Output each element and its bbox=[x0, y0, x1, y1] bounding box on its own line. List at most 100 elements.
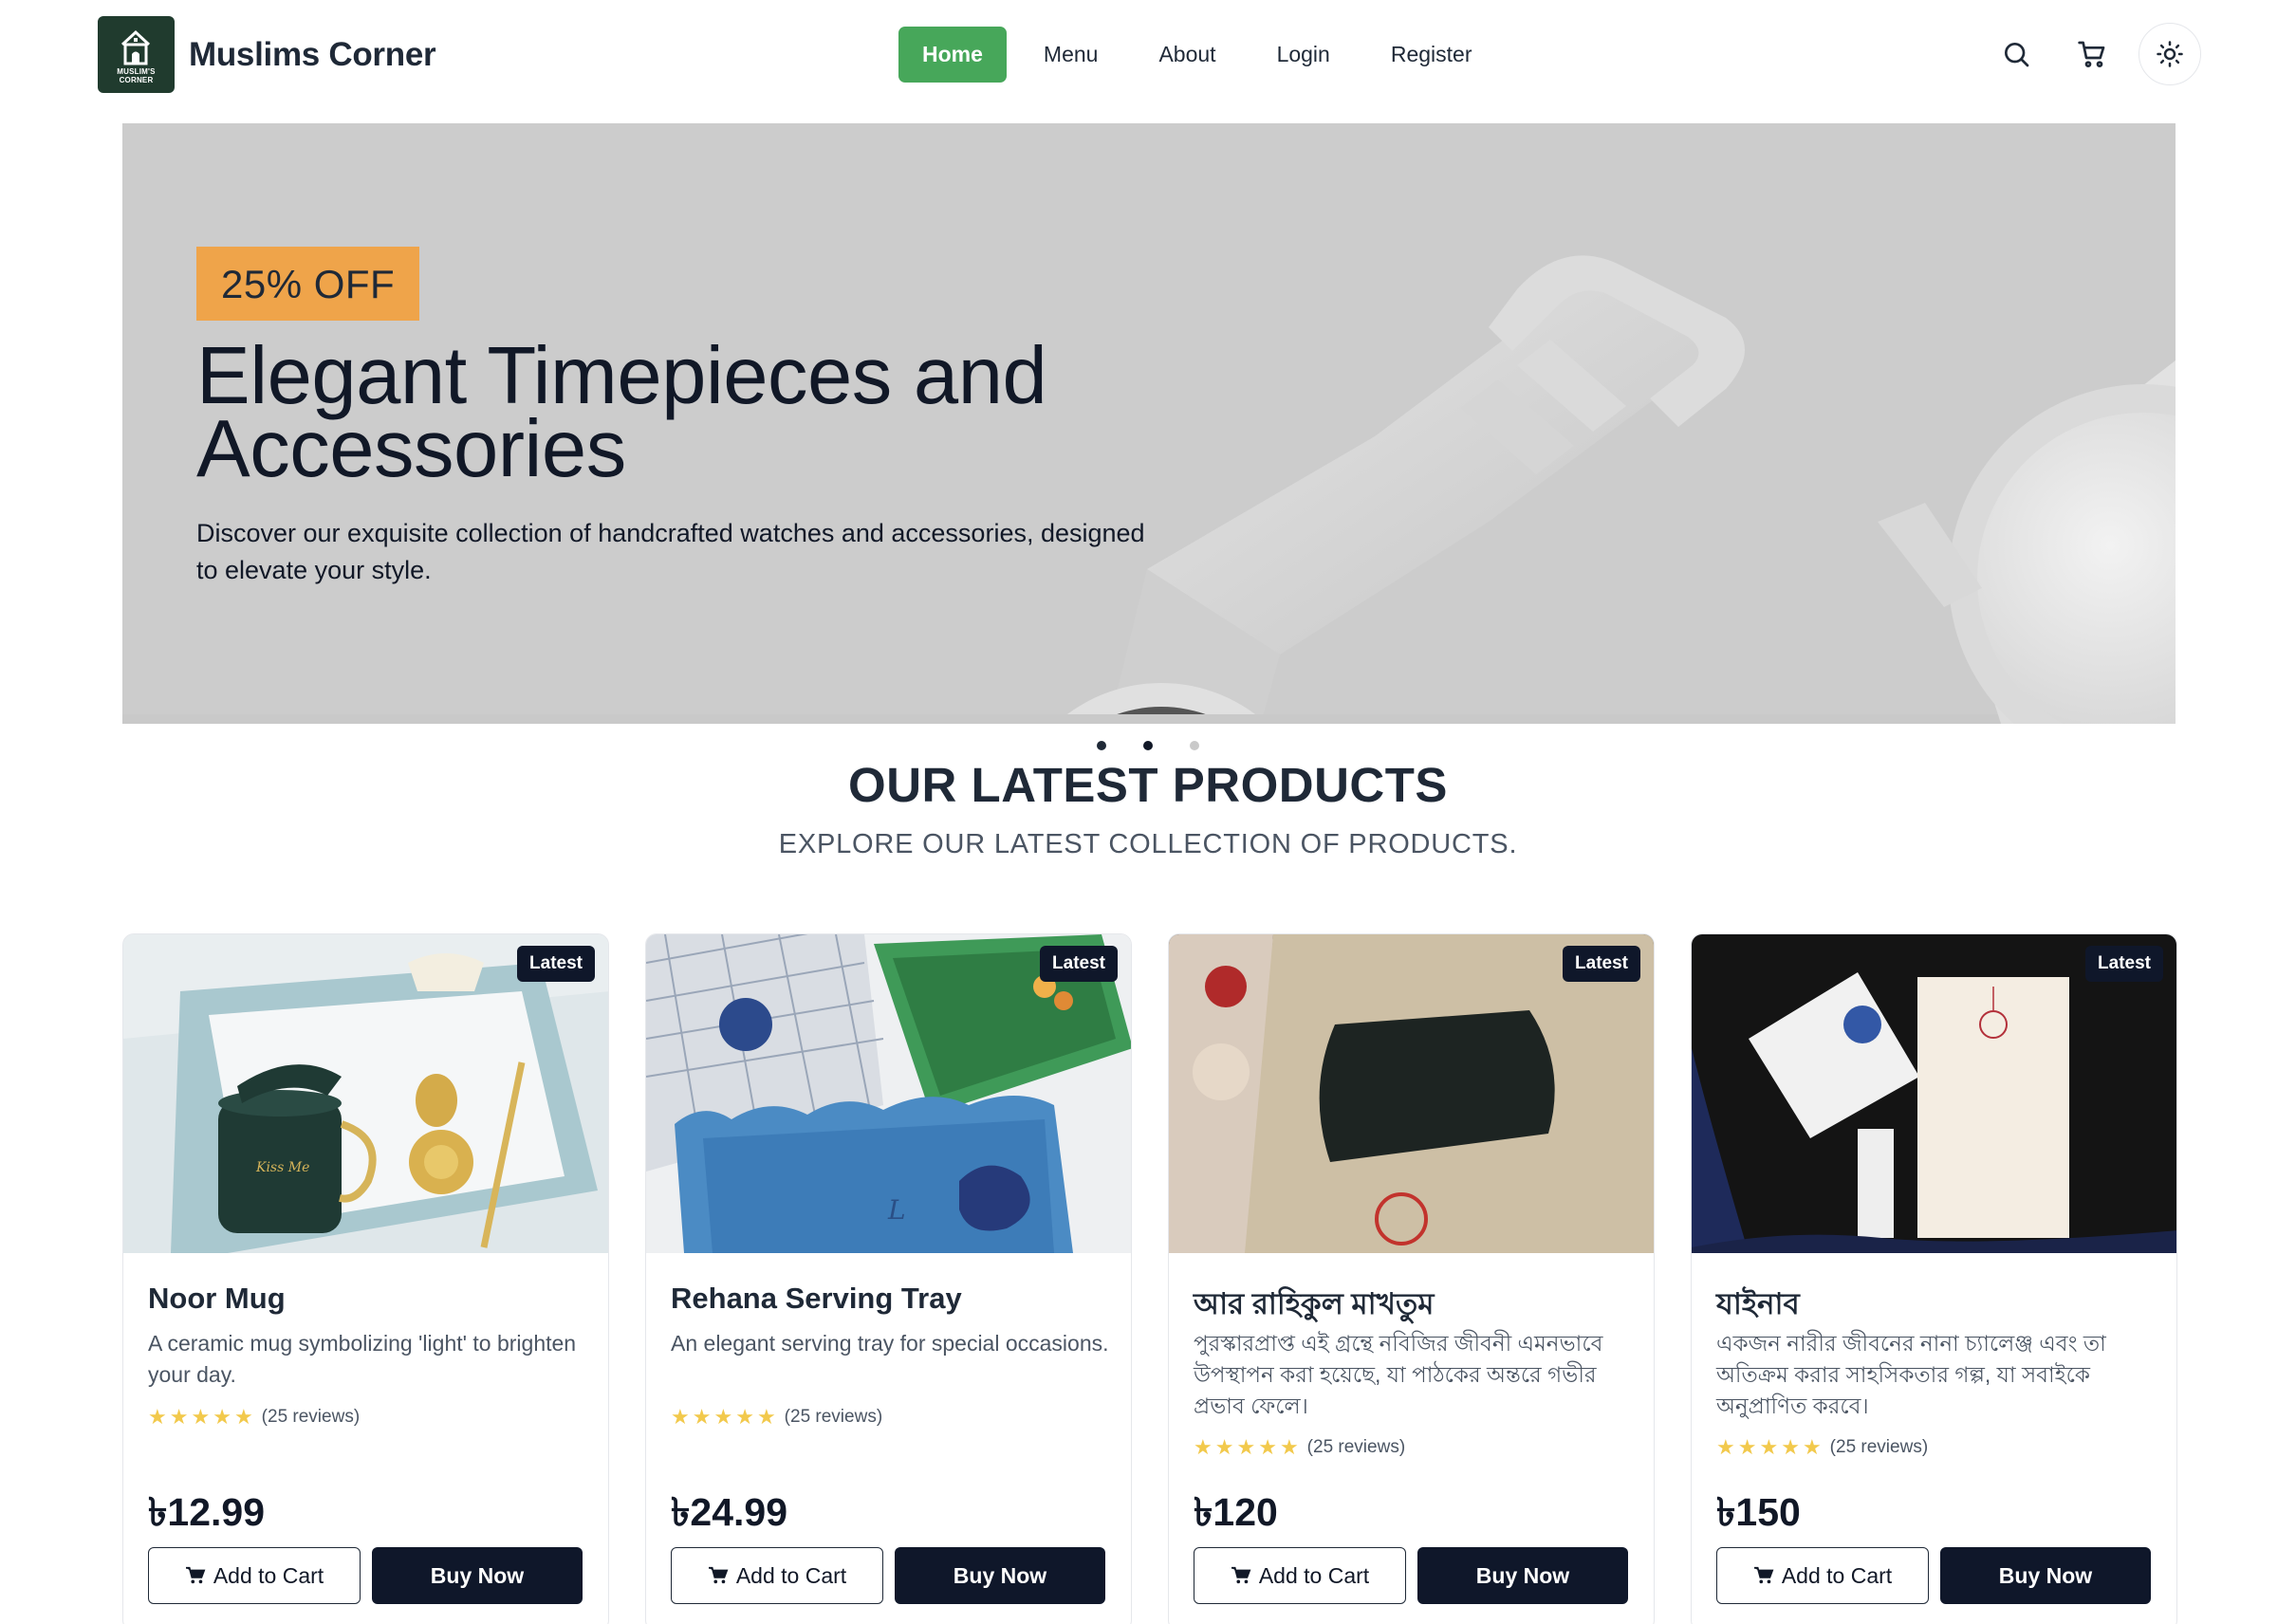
product-image[interactable]: L Latest bbox=[646, 934, 1131, 1253]
add-to-cart-button[interactable]: Add to Cart bbox=[1716, 1547, 1929, 1604]
latest-badge: Latest bbox=[2085, 946, 2163, 982]
star-icon: ★ bbox=[1802, 1435, 1822, 1459]
cart-icon bbox=[2078, 41, 2105, 67]
star-icon: ★ bbox=[1236, 1435, 1256, 1459]
nav-menu[interactable]: Menu bbox=[1020, 27, 1122, 83]
product-price: ৳150 bbox=[1716, 1490, 1801, 1534]
review-count: (25 reviews) bbox=[784, 1407, 883, 1427]
star-icon: ★ bbox=[213, 1405, 231, 1429]
product-description: একজন নারীর জীবনের নানা চ্যালেঞ্জ এবং তা … bbox=[1716, 1331, 2106, 1418]
brand[interactable]: MUSLIM'S CORNER Muslims Corner bbox=[98, 16, 436, 93]
product-rating: ★ ★ ★ ★ ★ (25 reviews) bbox=[671, 1405, 882, 1430]
search-icon bbox=[2005, 43, 2029, 67]
carousel-dots bbox=[1097, 741, 1236, 750]
cart-icon bbox=[185, 1566, 206, 1585]
svg-text:L: L bbox=[887, 1194, 906, 1226]
carousel-dot-3[interactable] bbox=[1190, 741, 1199, 750]
star-icon: ★ bbox=[148, 1405, 167, 1429]
product-price: ৳24.99 bbox=[671, 1490, 788, 1534]
cart-icon bbox=[708, 1566, 729, 1585]
search-button[interactable] bbox=[1992, 30, 2040, 78]
star-icon: ★ bbox=[191, 1405, 211, 1429]
product-price: ৳120 bbox=[1194, 1490, 1278, 1534]
star-icon: ★ bbox=[713, 1405, 733, 1429]
star-icon: ★ bbox=[1194, 1435, 1213, 1459]
carousel-dot-1[interactable] bbox=[1097, 741, 1106, 750]
product-card[interactable]: Latest যাইনাব একজন নারীর জীবনের নানা চ্য… bbox=[1691, 933, 2177, 1624]
tray-image: L bbox=[646, 934, 1131, 1253]
nav-about[interactable]: About bbox=[1135, 27, 1239, 83]
product-name[interactable]: আর রাহিকুল মাখতুম bbox=[1194, 1282, 1434, 1331]
star-icon: ★ bbox=[169, 1405, 189, 1429]
product-description: An elegant serving tray for special occa… bbox=[671, 1331, 1109, 1356]
latest-badge: Latest bbox=[517, 946, 595, 982]
nav-login[interactable]: Login bbox=[1253, 27, 1354, 83]
add-to-cart-button[interactable]: Add to Cart bbox=[148, 1547, 361, 1604]
hero-title: Elegant Timepieces and Accessories bbox=[196, 331, 1047, 494]
star-icon: ★ bbox=[671, 1405, 690, 1429]
mug-gift-image: Kiss Me bbox=[123, 934, 608, 1253]
sun-icon bbox=[2157, 41, 2183, 67]
star-icon: ★ bbox=[1716, 1435, 1735, 1459]
product-name[interactable]: যাইনাব bbox=[1716, 1282, 1800, 1331]
mosque-icon bbox=[120, 29, 151, 65]
product-card[interactable]: Latest আর রাহিকুল মাখতুম পুরস্কারপ্রাপ্ত… bbox=[1168, 933, 1655, 1624]
star-icon: ★ bbox=[1258, 1435, 1277, 1459]
star-icon: ★ bbox=[1737, 1435, 1757, 1459]
product-name[interactable]: Rehana Serving Tray bbox=[671, 1282, 962, 1316]
star-icon: ★ bbox=[756, 1405, 776, 1429]
buy-now-button[interactable]: Buy Now bbox=[1940, 1547, 2151, 1604]
product-description: পুরস্কারপ্রাপ্ত এই গ্রন্থে নবিজির জীবনী … bbox=[1194, 1331, 1603, 1418]
add-to-cart-label: Add to Cart bbox=[1258, 1562, 1370, 1588]
add-to-cart-label: Add to Cart bbox=[735, 1562, 847, 1588]
star-icon: ★ bbox=[1214, 1435, 1234, 1459]
product-card[interactable]: Kiss Me Latest Noor Mug A ceramic mug sy… bbox=[122, 933, 609, 1624]
product-rating: ★ ★ ★ ★ ★ (25 reviews) bbox=[1716, 1435, 1928, 1460]
nav-home[interactable]: Home bbox=[898, 27, 1007, 83]
product-card[interactable]: L Latest Rehana Serving Tray An elegant … bbox=[645, 933, 1132, 1624]
star-icon: ★ bbox=[1781, 1435, 1800, 1459]
section-subtitle: EXPLORE OUR LATEST COLLECTION OF PRODUCT… bbox=[778, 829, 1518, 859]
buy-now-button[interactable]: Buy Now bbox=[895, 1547, 1105, 1604]
hero-banner[interactable]: 25% OFF Elegant Timepieces and Accessori… bbox=[122, 123, 2176, 724]
book-zainab-image bbox=[1692, 934, 2176, 1253]
cart-button[interactable] bbox=[2068, 30, 2116, 78]
buy-now-button[interactable]: Buy Now bbox=[1417, 1547, 1628, 1604]
product-description: A ceramic mug symbolizing 'light' to bri… bbox=[148, 1331, 577, 1387]
theme-toggle-button[interactable] bbox=[2139, 23, 2201, 85]
cart-icon bbox=[1753, 1566, 1774, 1585]
latest-badge: Latest bbox=[1040, 946, 1118, 982]
logo-text: MUSLIM'S CORNER bbox=[117, 67, 156, 84]
svg-text:Kiss Me: Kiss Me bbox=[255, 1160, 309, 1175]
latest-badge: Latest bbox=[1563, 946, 1640, 982]
review-count: (25 reviews) bbox=[261, 1407, 361, 1427]
product-image[interactable]: Latest bbox=[1169, 934, 1654, 1253]
hero-description: Discover our exquisite collection of han… bbox=[196, 519, 1145, 584]
product-name[interactable]: Noor Mug bbox=[148, 1282, 286, 1316]
review-count: (25 reviews) bbox=[1829, 1437, 1929, 1457]
star-icon: ★ bbox=[735, 1405, 754, 1429]
buy-now-button[interactable]: Buy Now bbox=[372, 1547, 583, 1604]
discount-badge: 25% OFF bbox=[196, 247, 420, 321]
star-icon: ★ bbox=[233, 1405, 253, 1429]
carousel-dot-2[interactable] bbox=[1143, 741, 1153, 750]
product-rating: ★ ★ ★ ★ ★ (25 reviews) bbox=[1194, 1435, 1405, 1460]
star-icon: ★ bbox=[692, 1405, 712, 1429]
nav-links: Home Menu About Login Register bbox=[898, 27, 1509, 83]
brand-logo: MUSLIM'S CORNER bbox=[98, 16, 175, 93]
add-to-cart-label: Add to Cart bbox=[1781, 1562, 1893, 1588]
product-image[interactable]: Kiss Me Latest bbox=[123, 934, 608, 1253]
add-to-cart-button[interactable]: Add to Cart bbox=[1194, 1547, 1406, 1604]
add-to-cart-label: Add to Cart bbox=[213, 1562, 324, 1588]
section-title: OUR LATEST PRODUCTS bbox=[848, 758, 1448, 812]
star-icon: ★ bbox=[1279, 1435, 1299, 1459]
brand-name[interactable]: Muslims Corner bbox=[189, 36, 436, 74]
star-icon: ★ bbox=[1759, 1435, 1779, 1459]
cart-icon bbox=[1231, 1566, 1251, 1585]
product-image[interactable]: Latest bbox=[1692, 934, 2176, 1253]
add-to-cart-button[interactable]: Add to Cart bbox=[671, 1547, 883, 1604]
nav-register[interactable]: Register bbox=[1367, 27, 1496, 83]
navbar: MUSLIM'S CORNER Muslims Corner Home Menu… bbox=[0, 0, 2296, 108]
product-price: ৳12.99 bbox=[148, 1490, 266, 1534]
review-count: (25 reviews) bbox=[1306, 1437, 1406, 1457]
